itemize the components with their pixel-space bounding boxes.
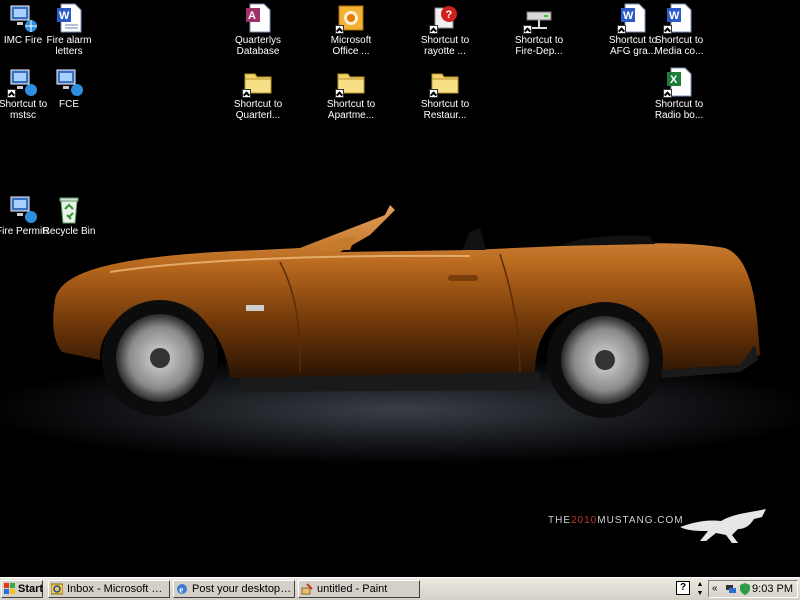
desktop-icon-label: Shortcut to Apartme...: [326, 99, 376, 121]
desktop-icon-recycle-bin[interactable]: Recycle Bin: [31, 193, 107, 237]
desktop-icon-label: Shortcut to Fire-Dep...: [514, 35, 564, 57]
brand-year: 2010: [571, 515, 598, 526]
shortcut-arrow-icon: [429, 25, 438, 34]
folder-icon: [335, 66, 367, 98]
desktop-icon-fire-alarm-letters[interactable]: W Fire alarm letters: [31, 2, 107, 57]
desktop-icon-label: Fire alarm letters: [46, 35, 92, 57]
desktop-icon-shortcut-to-apartme[interactable]: Shortcut to Apartme...: [313, 66, 389, 121]
clock[interactable]: 9:03 PM: [752, 581, 793, 597]
taskbar-button-outlook[interactable]: Inbox - Microsoft Outlook: [48, 580, 170, 598]
task-label: Post your desktop pictur...: [192, 583, 294, 595]
desktop-icon-quarterlys-database[interactable]: A Quarterlys Database: [220, 2, 296, 57]
svg-text:X: X: [670, 74, 678, 86]
network-drive-icon: [523, 2, 555, 34]
help-icon[interactable]: ?: [676, 581, 690, 595]
desktop-icon-label: Recycle Bin: [42, 226, 96, 237]
word-document-icon: W: [53, 2, 85, 34]
recycle-bin-icon: [53, 193, 85, 225]
help-glyph: ?: [679, 582, 687, 593]
access-database-icon: A: [242, 2, 274, 34]
desktop-icon-shortcut-to-quarterl[interactable]: Shortcut to Quarterl...: [220, 66, 296, 121]
shortcut-arrow-icon: [523, 25, 532, 34]
brand-prefix: THE: [548, 515, 571, 526]
desktop-icon-label: Shortcut to rayotte ...: [420, 35, 470, 57]
desktop[interactable]: IMC Fire W Fire alarm letters Shortcut t…: [0, 0, 800, 577]
desktop-icon-label: Shortcut to Radio bo...: [654, 99, 704, 121]
taskbar: Start Inbox - Microsoft Outlook e Post y…: [0, 577, 800, 600]
shortcut-arrow-icon: [335, 25, 344, 34]
taskbar-button-browser[interactable]: e Post your desktop pictur...: [173, 580, 295, 598]
svg-text:W: W: [669, 10, 680, 22]
folder-icon: [242, 66, 274, 98]
svg-text:?: ?: [446, 9, 453, 21]
system-tray: « 9:03 PM: [708, 580, 798, 598]
microsoft-office-icon: [335, 2, 367, 34]
desktop-icon-microsoft-office[interactable]: Microsoft Office ...: [313, 2, 389, 57]
windows-logo-icon: [4, 583, 15, 594]
start-label: Start: [18, 583, 44, 595]
shortcut-arrow-icon: [242, 89, 251, 98]
shortcut-arrow-icon: [7, 89, 16, 98]
desktop-icon-label: Shortcut to Quarterl...: [233, 99, 283, 121]
desktop-icon-label: Quarterlys Database: [234, 35, 282, 57]
network-computer-icon: [53, 66, 85, 98]
svg-text:W: W: [623, 10, 634, 22]
desktop-icon-shortcut-to-restaur[interactable]: Shortcut to Restaur...: [407, 66, 483, 121]
desktop-icon-label: Shortcut to Restaur...: [420, 99, 470, 121]
desktop-icon-shortcut-to-media-co[interactable]: W Shortcut to Media co...: [641, 2, 717, 57]
paint-icon: [301, 583, 313, 595]
desktop-icon-fce[interactable]: FCE: [31, 66, 107, 110]
svg-text:W: W: [59, 10, 70, 22]
task-label: untitled - Paint: [317, 583, 388, 595]
toolbar-scroll-arrows-icon[interactable]: ▲ ▼: [695, 580, 705, 598]
network-tray-icon[interactable]: [725, 583, 737, 595]
shortcut-arrow-icon: [335, 89, 344, 98]
shield-tray-icon[interactable]: [739, 583, 751, 595]
excel-spreadsheet-icon: X: [663, 66, 695, 98]
taskbar-button-paint[interactable]: untitled - Paint: [298, 580, 420, 598]
desktop-icon-label: FCE: [59, 99, 79, 110]
mustang-pony-logo-icon: [680, 509, 766, 543]
folder-icon: [429, 66, 461, 98]
wallpaper-brand-text: THE2010MUSTANG.COM: [548, 515, 684, 526]
chevron-left-icon[interactable]: «: [712, 583, 724, 595]
shortcut-arrow-icon: [429, 89, 438, 98]
word-document-icon: W: [663, 2, 695, 34]
desktop-icon-label: Microsoft Office ...: [330, 35, 372, 57]
task-label: Inbox - Microsoft Outlook: [67, 583, 170, 595]
outlook-icon: [51, 583, 63, 595]
svg-text:e: e: [179, 585, 183, 595]
shortcut-arrow-icon: [663, 25, 672, 34]
start-button[interactable]: Start: [1, 580, 43, 598]
shortcut-arrow-icon: [663, 89, 672, 98]
svg-text:A: A: [248, 10, 256, 22]
desktop-icon-label: Shortcut to Media co...: [654, 35, 704, 57]
desktop-icon-shortcut-to-radio-bo[interactable]: X Shortcut to Radio bo...: [641, 66, 717, 121]
desktop-icon-shortcut-to-fire-dep[interactable]: Shortcut to Fire-Dep...: [501, 2, 577, 57]
help-document-icon: ?: [429, 2, 461, 34]
shortcut-arrow-icon: [617, 25, 626, 34]
brand-suffix: MUSTANG.COM: [597, 515, 684, 526]
desktop-icon-shortcut-to-rayotte[interactable]: ? Shortcut to rayotte ...: [407, 2, 483, 57]
ie-icon: e: [177, 584, 187, 595]
